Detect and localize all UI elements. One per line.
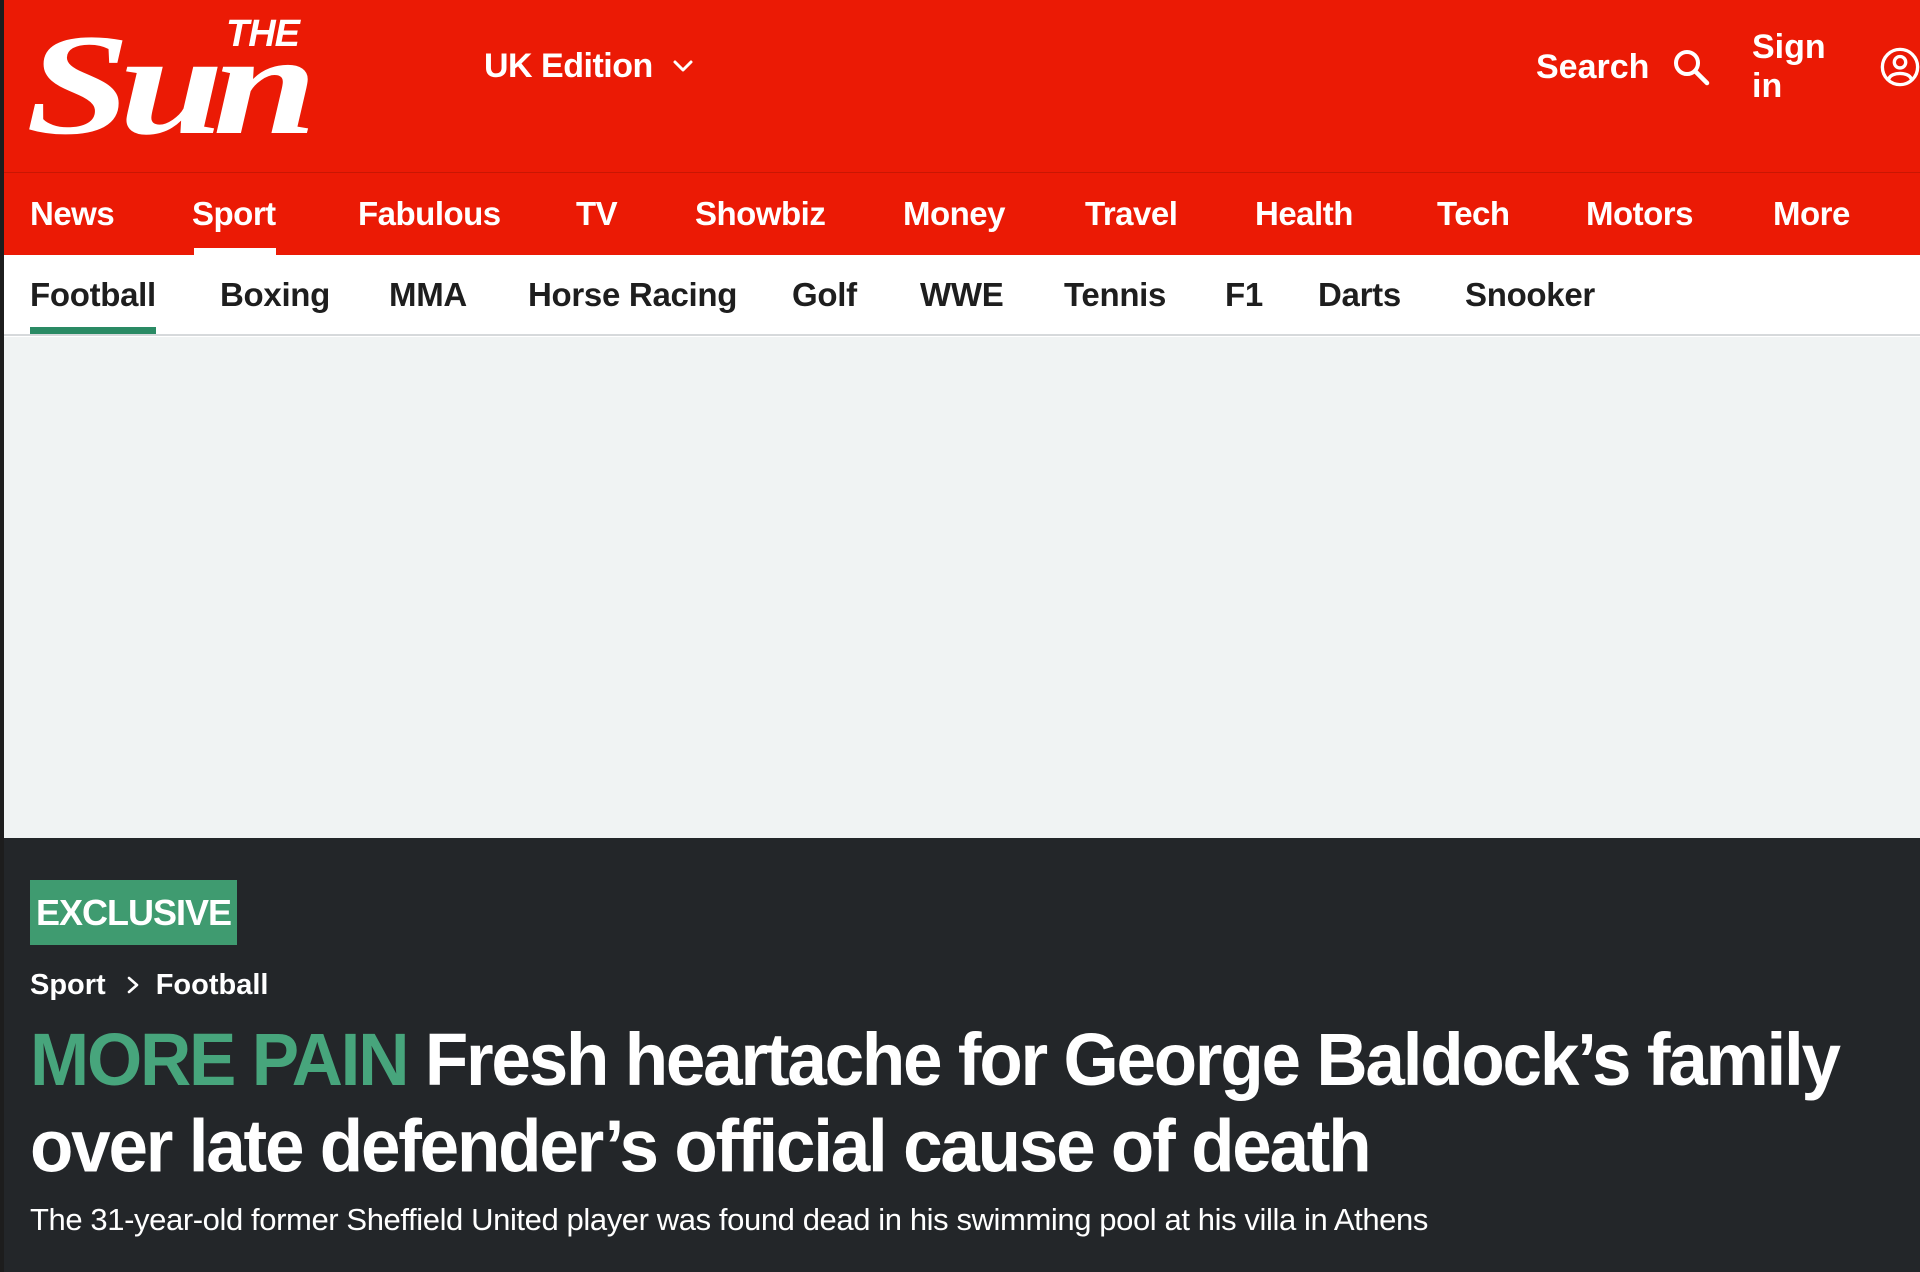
edition-label: UK Edition bbox=[484, 46, 653, 85]
sign-in-button[interactable]: Sign in bbox=[1752, 28, 1920, 105]
subnav-item-darts[interactable]: Darts bbox=[1318, 255, 1401, 334]
nav-item-showbiz[interactable]: Showbiz bbox=[695, 173, 826, 255]
subnav-item-football[interactable]: Football bbox=[30, 255, 156, 334]
exclusive-badge: EXCLUSIVE bbox=[30, 880, 237, 945]
breadcrumb-football[interactable]: Football bbox=[156, 969, 269, 1002]
logo-sun-text: Sun bbox=[28, 6, 309, 144]
search-icon bbox=[1674, 50, 1710, 86]
nav-item-money[interactable]: Money bbox=[903, 173, 1006, 255]
nav-item-travel[interactable]: Travel bbox=[1085, 173, 1178, 255]
article-header: EXCLUSIVE Sport Football MORE PAIN Fresh… bbox=[0, 838, 1920, 1272]
nav-item-tech[interactable]: Tech bbox=[1437, 173, 1510, 255]
masthead: THE Sun UK Edition Search Sign in bbox=[0, 0, 1920, 172]
user-account-icon bbox=[1880, 47, 1920, 87]
edition-selector[interactable]: UK Edition bbox=[484, 44, 695, 88]
breadcrumb-sport[interactable]: Sport bbox=[30, 969, 106, 1002]
primary-nav: News Sport Fabulous TV Showbiz Money Tra… bbox=[0, 172, 1920, 255]
nav-item-fabulous[interactable]: Fabulous bbox=[358, 173, 501, 255]
headline-kicker: MORE PAIN bbox=[30, 1019, 409, 1102]
subnav-item-snooker[interactable]: Snooker bbox=[1465, 255, 1595, 334]
chevron-right-icon bbox=[127, 976, 139, 994]
nav-item-news[interactable]: News bbox=[30, 173, 115, 255]
subnav-item-tennis[interactable]: Tennis bbox=[1064, 255, 1166, 334]
breadcrumb: Sport Football bbox=[30, 963, 268, 1007]
chevron-down-icon bbox=[673, 60, 693, 72]
search-label: Search bbox=[1536, 47, 1650, 86]
subnav-item-wwe[interactable]: WWE bbox=[920, 255, 1004, 334]
subnav-item-golf[interactable]: Golf bbox=[792, 255, 857, 334]
window-edge bbox=[0, 0, 4, 1272]
ad-placeholder bbox=[0, 337, 1920, 838]
site-logo[interactable]: THE Sun bbox=[28, 4, 448, 144]
subnav-item-boxing[interactable]: Boxing bbox=[220, 255, 330, 334]
nav-item-sport[interactable]: Sport bbox=[192, 173, 276, 255]
subnav-item-mma[interactable]: MMA bbox=[389, 255, 467, 334]
nav-item-motors[interactable]: Motors bbox=[1586, 173, 1694, 255]
search-button[interactable]: Search bbox=[1536, 42, 1711, 92]
the-sun-logo: THE Sun bbox=[28, 6, 320, 144]
subnav-item-f1[interactable]: F1 bbox=[1225, 255, 1263, 334]
sport-subnav: Football Boxing MMA Horse Racing Golf WW… bbox=[0, 255, 1920, 336]
nav-item-more[interactable]: More bbox=[1773, 173, 1850, 255]
subnav-item-horse-racing[interactable]: Horse Racing bbox=[528, 255, 737, 334]
article-standfirst: The 31-year-old former Sheffield United … bbox=[30, 1202, 1428, 1237]
nav-item-health[interactable]: Health bbox=[1255, 173, 1353, 255]
article-headline: MORE PAIN Fresh heartache for George Bal… bbox=[30, 1018, 1910, 1190]
sign-in-label: Sign in bbox=[1752, 28, 1826, 105]
nav-item-tv[interactable]: TV bbox=[576, 173, 618, 255]
